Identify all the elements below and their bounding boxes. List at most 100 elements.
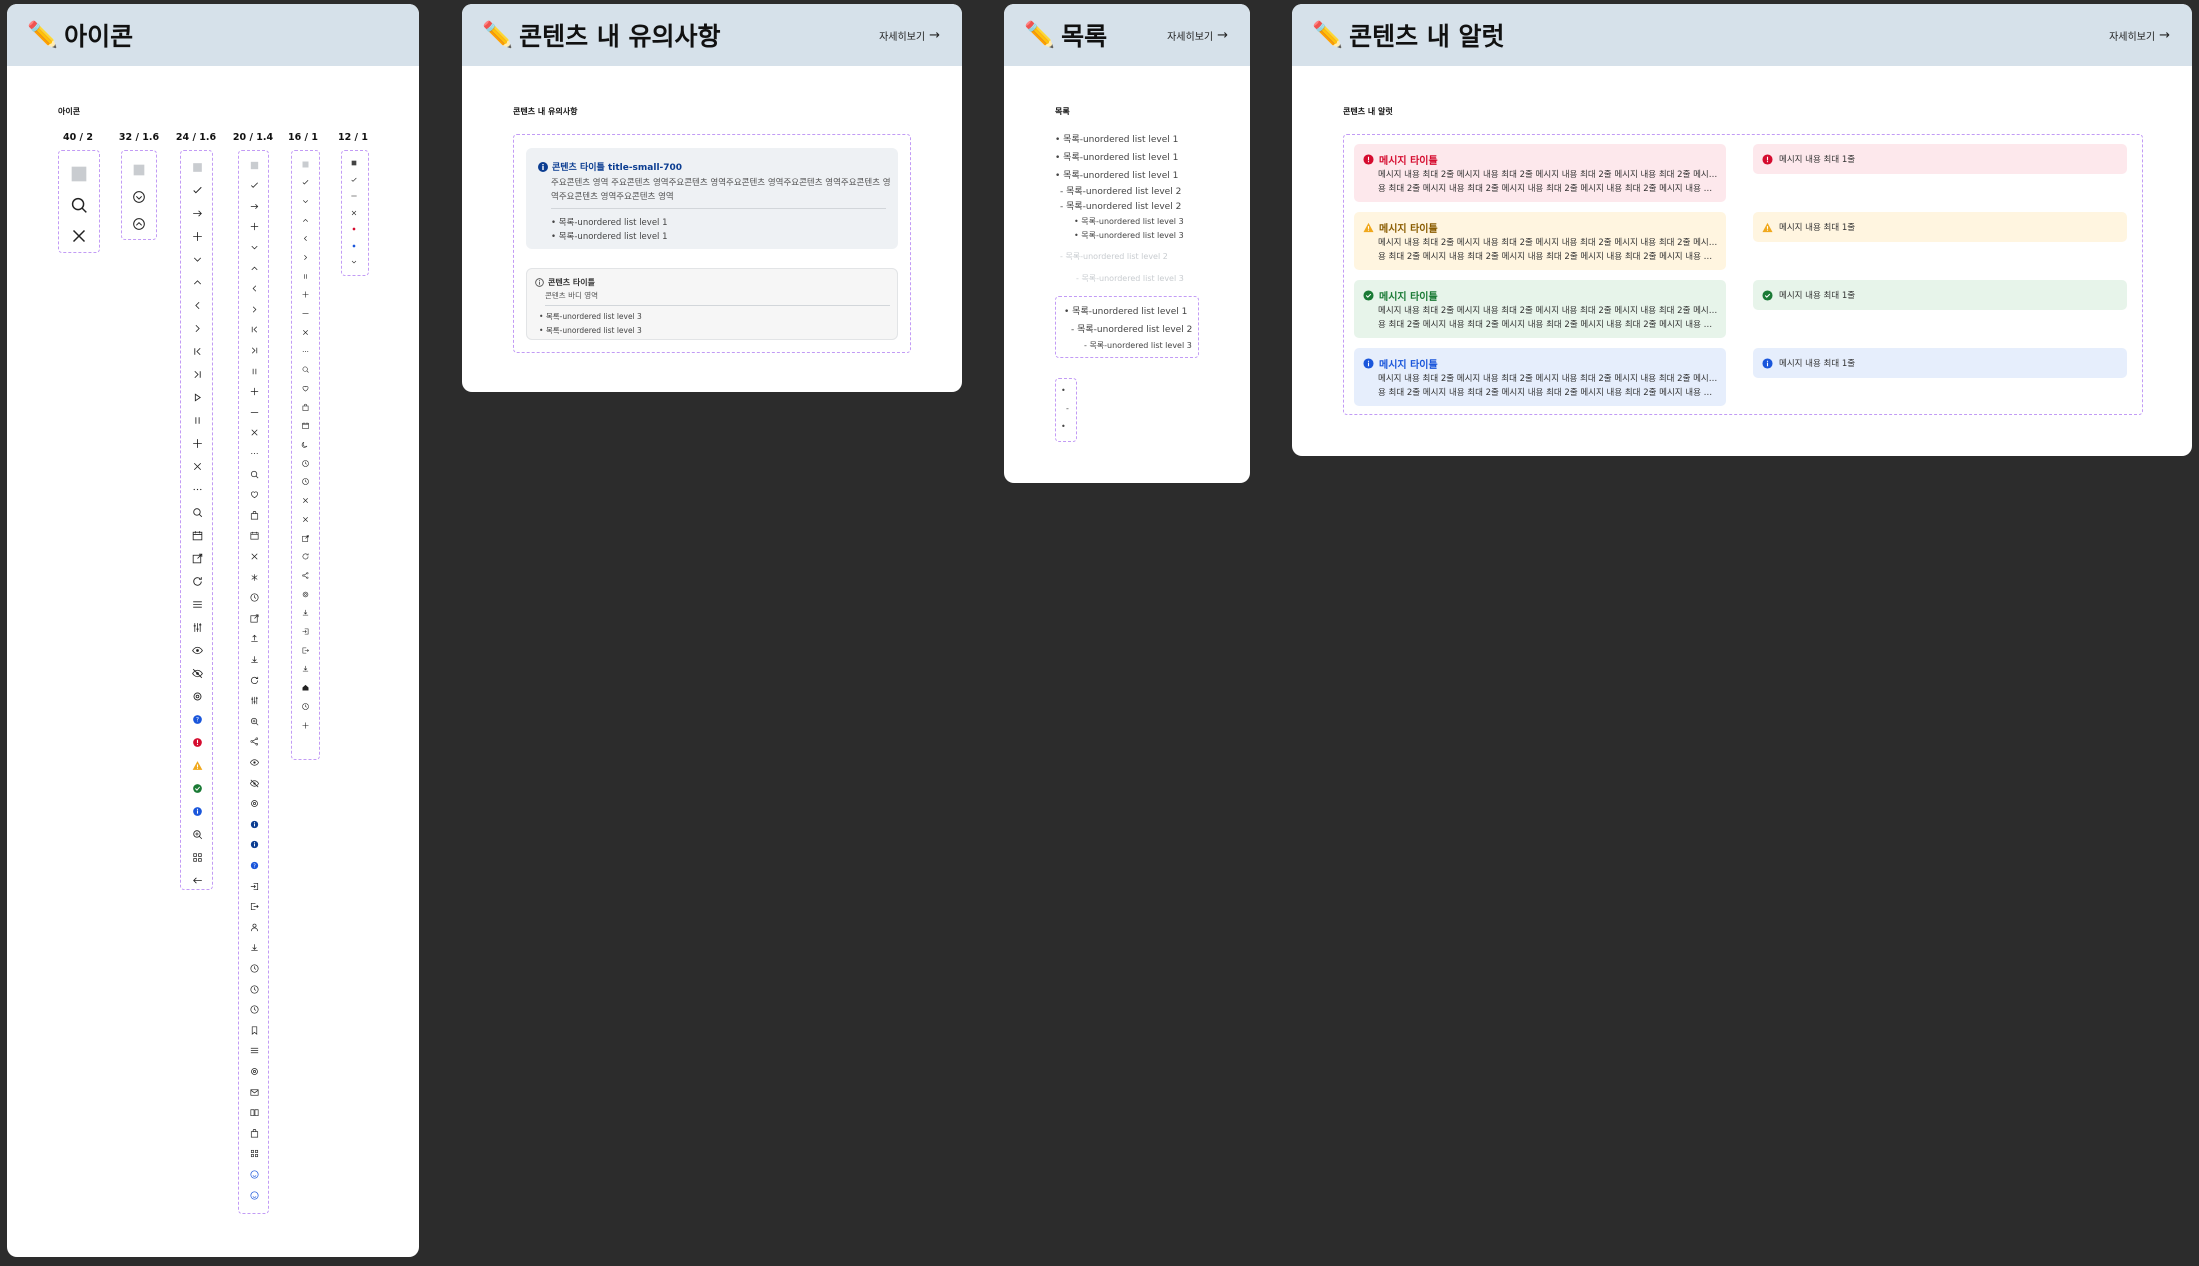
list-item: • 목록-unordered list level 3	[539, 312, 642, 321]
info-outline-icon	[535, 278, 544, 287]
download-icon-graphic	[250, 656, 258, 663]
more-link[interactable]: 자세히보기 →	[879, 28, 940, 43]
close-icon	[68, 225, 90, 247]
arrow-right-icon-graphic	[250, 203, 258, 209]
plus-icon-graphic	[250, 387, 258, 396]
external-icon-graphic	[301, 534, 309, 542]
settings-icon	[191, 690, 204, 703]
info-icon	[538, 161, 548, 172]
icons-frame: ✏️ 아이콘 아이콘 40 / 2 32 / 1.6 24 / 1.6 20 /…	[7, 4, 419, 1257]
icon-size-label: 40 / 2	[63, 132, 93, 143]
search-icon-graphic	[302, 366, 309, 373]
alert-with-title: 메시지 타이틀 메시지 내용 최대 2줄 메시지 내용 최대 2줄 메시지 내용 …	[1354, 280, 1726, 338]
help-filled-icon: ?	[249, 860, 260, 871]
settings-icon-graphic	[250, 1068, 258, 1075]
alert-with-title: 메시지 타이틀 메시지 내용 최대 2줄 메시지 내용 최대 2줄 메시지 내용 …	[1354, 212, 1726, 270]
alert-with-title: 메시지 타이틀 메시지 내용 최대 2줄 메시지 내용 최대 2줄 메시지 내용 …	[1354, 348, 1726, 406]
eye-off-icon	[191, 667, 204, 680]
frame-title: ✏️ 아이콘	[27, 17, 133, 53]
list-item-text: 목록-unordered list level 3	[1081, 217, 1184, 226]
divider	[551, 208, 886, 209]
info-icon	[1762, 357, 1773, 369]
plus-icon	[301, 721, 310, 730]
calendar-icon-graphic	[249, 532, 259, 540]
login-icon	[301, 627, 310, 636]
alert-body-line: 메시지 내용 최대 2줄 메시지 내용 최대 2줄 메시지 내용 최대 2줄 메…	[1378, 170, 1718, 180]
play-icon-graphic	[194, 392, 201, 402]
check-icon-graphic	[351, 177, 357, 182]
list-item-text: 목록-unordered list level 3	[1089, 341, 1192, 350]
mail-icon-graphic	[249, 1088, 259, 1096]
more-link[interactable]: 자세히보기 →	[2109, 28, 2170, 43]
more-icon-graphic	[250, 452, 258, 454]
more-icon	[191, 483, 204, 496]
circle-up-icon-graphic	[133, 218, 145, 230]
list-item: • 목록-unordered list level 1	[551, 218, 668, 228]
first-icon	[249, 324, 260, 335]
logout-icon-graphic	[250, 903, 259, 911]
placeholder-icon-graphic	[302, 161, 308, 167]
alert-message: 메시지 내용 최대 1줄	[1762, 221, 1855, 233]
success-filled-icon	[191, 782, 204, 795]
refresh-icon	[191, 575, 204, 588]
circle-down-icon-graphic	[133, 191, 145, 203]
last-icon-graphic	[251, 347, 257, 354]
chevron-up-icon	[301, 216, 310, 225]
warning-icon	[1363, 222, 1374, 233]
arrow-right-icon: →	[2159, 27, 2170, 43]
zoom-in-icon-graphic	[250, 717, 258, 726]
close-icon	[301, 515, 310, 524]
eye-icon	[249, 757, 260, 768]
pencil-icon: ✏️	[27, 20, 59, 49]
refresh-icon-graphic	[192, 576, 202, 586]
calendar-icon	[249, 530, 260, 541]
clock-icon	[249, 1004, 260, 1015]
placeholder-icon-graphic	[133, 164, 145, 176]
download-icon-graphic	[302, 610, 308, 616]
more-link[interactable]: 자세히보기 →	[1167, 28, 1228, 43]
clock-icon	[249, 592, 260, 603]
help-filled-icon-graphic: ?	[250, 861, 258, 869]
list-item-text: 목록-unordered list level 1	[558, 232, 668, 242]
share-icon	[249, 736, 260, 747]
dot-red-icon	[350, 225, 358, 233]
bag-icon	[249, 510, 260, 521]
error-icon	[1762, 153, 1773, 165]
alert-message-text: 메시지 내용 최대 1줄	[1779, 155, 1856, 165]
arrow-right-icon	[191, 207, 204, 220]
dot-red-icon-graphic	[352, 227, 356, 231]
chevron-down-icon-graphic	[351, 260, 357, 264]
list-item-text: 목록-unordered list level 2	[1065, 252, 1168, 261]
list-item-text: 목록-unordered list level 3	[1081, 274, 1184, 283]
close-icon	[350, 209, 358, 217]
frame-title: ✏️ 콘텐츠 내 알럿	[1312, 17, 1505, 53]
external-icon-graphic	[192, 553, 202, 563]
first-icon-graphic	[193, 347, 201, 355]
list-item: • 목록-unordered list level 1	[551, 232, 668, 242]
bookmark-icon-graphic	[251, 1026, 257, 1035]
share-icon-graphic	[250, 737, 258, 746]
notice-frame-title: 콘텐츠 내 유의사항	[519, 22, 721, 51]
alert-title-text: 메시지 타이틀	[1379, 360, 1438, 371]
alert-message-text: 메시지 내용 최대 1줄	[1779, 223, 1856, 233]
plus-icon	[301, 290, 310, 299]
settings-icon-graphic	[193, 692, 201, 700]
notice-title-text: 콘텐츠 타이틀	[548, 278, 595, 287]
arrow-right-icon: →	[1217, 27, 1228, 43]
check-icon	[301, 178, 310, 187]
close-icon-graphic	[351, 210, 357, 215]
grid-icon	[249, 1148, 260, 1159]
list-item-l2: - 목록-unordered list level 2	[1060, 187, 1182, 197]
alert-frame: ✏️ 콘텐츠 내 알럿 자세히보기 → 콘텐츠 내 알럿 메시지 타이틀 메시지 …	[1292, 4, 2192, 456]
clock-icon-graphic	[249, 593, 259, 602]
chevron-left-icon	[249, 283, 260, 294]
square-dark-icon	[350, 159, 358, 167]
chevron-down-icon	[350, 258, 358, 266]
pencil-icon: ✏️	[1024, 20, 1056, 49]
arrow-right-icon	[249, 201, 260, 212]
icon-size-label: 16 / 1	[288, 132, 318, 143]
minus-icon	[350, 192, 358, 200]
chevron-down-icon-graphic	[193, 257, 201, 262]
calendar-icon	[191, 529, 204, 542]
refresh-icon	[249, 675, 260, 686]
